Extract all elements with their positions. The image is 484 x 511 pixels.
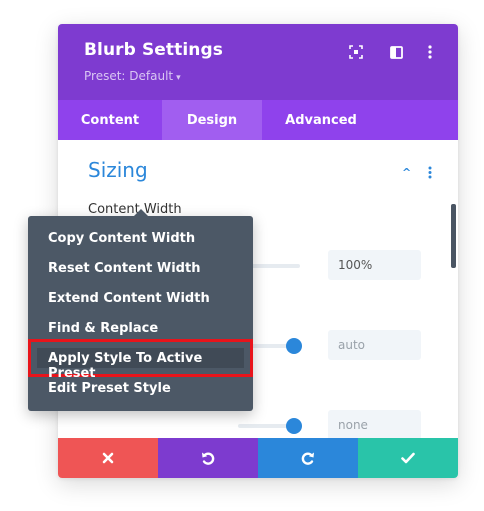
settings-tabs: Content Design Advanced — [58, 100, 458, 140]
max-width-input[interactable]: none — [328, 410, 421, 440]
section-title[interactable]: Sizing — [88, 158, 148, 182]
content-width-input[interactable]: 100% — [328, 250, 421, 280]
split-view-icon[interactable] — [386, 42, 406, 62]
menu-item-extend[interactable]: Extend Content Width — [48, 291, 210, 306]
menu-item-find-replace[interactable]: Find & Replace — [48, 321, 158, 336]
redo-button[interactable] — [258, 438, 358, 478]
modal-header: Blurb Settings Preset: Default ▾ — [58, 24, 458, 100]
menu-item-edit-preset-style[interactable]: Edit Preset Style — [48, 381, 171, 396]
close-icon — [102, 452, 114, 464]
cancel-button[interactable] — [58, 438, 158, 478]
context-menu: Copy Content Width Reset Content Width E… — [28, 209, 253, 411]
menu-item-copy[interactable]: Copy Content Width — [48, 231, 195, 246]
more-options-icon[interactable] — [420, 42, 440, 62]
width-input[interactable]: auto — [328, 330, 421, 360]
tab-content[interactable]: Content — [58, 100, 162, 140]
section-options-icon[interactable] — [428, 164, 432, 183]
scrollbar[interactable] — [451, 204, 456, 268]
undo-button[interactable] — [158, 438, 258, 478]
modal-footer — [58, 438, 458, 478]
preset-selector[interactable]: Preset: Default ▾ — [84, 69, 181, 83]
preset-label: Preset: Default — [84, 69, 174, 83]
redo-icon — [301, 452, 314, 465]
menu-item-apply-style-to-preset[interactable]: Apply Style To Active Preset — [48, 351, 253, 381]
width-slider-handle[interactable] — [286, 338, 302, 354]
tab-design[interactable]: Design — [162, 100, 262, 140]
expand-icon[interactable] — [346, 42, 366, 62]
menu-item-reset[interactable]: Reset Content Width — [48, 261, 200, 276]
tab-advanced[interactable]: Advanced — [262, 100, 380, 140]
max-width-slider-handle[interactable] — [286, 418, 302, 434]
menu-pointer — [133, 209, 149, 217]
chevron-up-icon[interactable]: ^ — [402, 166, 411, 179]
save-button[interactable] — [358, 438, 458, 478]
check-icon — [401, 452, 415, 464]
modal-title: Blurb Settings — [84, 40, 224, 60]
caret-down-icon: ▾ — [176, 73, 181, 83]
undo-icon — [202, 452, 215, 465]
